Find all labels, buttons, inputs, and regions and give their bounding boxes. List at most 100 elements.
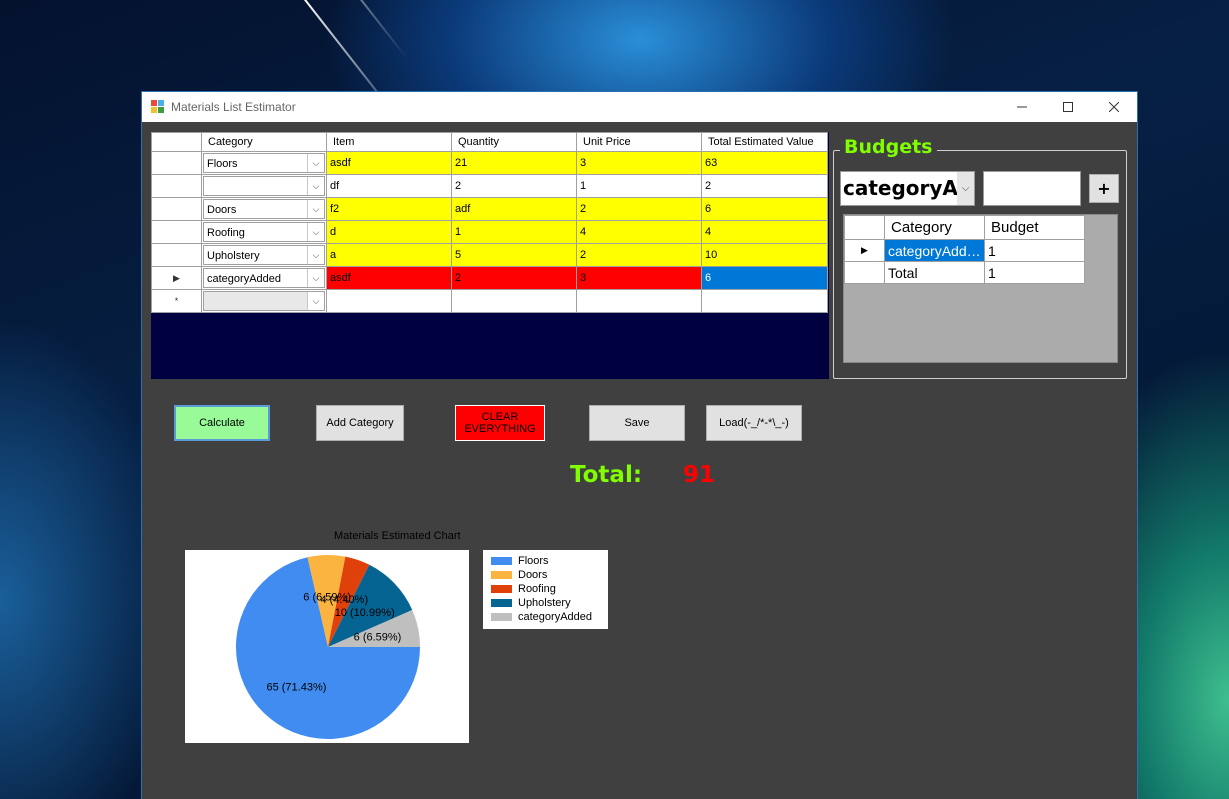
row-header[interactable]: ▶ xyxy=(844,239,885,262)
materials-grid[interactable]: Category Item Quantity Unit Price Total … xyxy=(151,132,829,379)
item-cell[interactable]: d xyxy=(326,220,452,244)
budget-category-cell[interactable]: Total xyxy=(884,261,985,284)
table-row[interactable]: Total 1 xyxy=(844,261,1085,284)
new-row[interactable]: * ⌵ xyxy=(151,289,828,313)
row-header[interactable] xyxy=(151,174,202,198)
category-cell[interactable]: Upholstery ⌵ xyxy=(201,243,327,267)
budget-value-cell[interactable]: 1 xyxy=(984,239,1085,262)
category-select[interactable]: Doors ⌵ xyxy=(203,199,325,219)
quantity-cell[interactable]: adf xyxy=(451,197,577,221)
load-button[interactable]: Load(-_/*-*\_-) xyxy=(706,405,802,441)
empty-cell[interactable] xyxy=(701,289,828,313)
category-select[interactable]: ⌵ xyxy=(203,176,325,196)
empty-cell[interactable] xyxy=(451,289,577,313)
row-header[interactable]: ▶ xyxy=(151,266,202,290)
budget-category-select[interactable]: categoryAdded ⌵ xyxy=(840,171,975,206)
save-button[interactable]: Save xyxy=(589,405,685,441)
item-cell[interactable]: df xyxy=(326,174,452,198)
table-row[interactable]: Doors ⌵ f2 adf 2 6 xyxy=(151,197,828,221)
new-row-marker[interactable]: * xyxy=(151,289,202,313)
maximize-button[interactable] xyxy=(1045,92,1091,122)
item-cell[interactable]: asdf xyxy=(326,266,452,290)
row-header[interactable] xyxy=(151,220,202,244)
row-header[interactable] xyxy=(151,243,202,267)
quantity-cell[interactable]: 2 xyxy=(451,266,577,290)
item-cell[interactable]: f2 xyxy=(326,197,452,221)
chevron-down-icon[interactable]: ⌵ xyxy=(307,154,324,172)
budget-value-cell[interactable]: 1 xyxy=(984,261,1085,284)
legend-item: Roofing xyxy=(491,582,556,596)
add-budget-button[interactable]: + xyxy=(1089,174,1119,203)
category-cell[interactable]: Doors ⌵ xyxy=(201,197,327,221)
category-select[interactable]: Roofing ⌵ xyxy=(203,222,325,242)
category-cell[interactable]: Roofing ⌵ xyxy=(201,220,327,244)
table-row[interactable]: ▶ categoryAdded 1 xyxy=(844,239,1085,262)
row-header[interactable] xyxy=(844,261,885,284)
total-cell[interactable]: 2 xyxy=(701,174,828,198)
column-header-total[interactable]: Total Estimated Value xyxy=(701,132,828,152)
budget-amount-input[interactable] xyxy=(983,171,1081,206)
table-row[interactable]: ▶ categoryAdded ⌵ asdf 2 3 6 xyxy=(151,266,828,290)
unit-price-cell[interactable]: 2 xyxy=(576,197,702,221)
empty-cell[interactable] xyxy=(576,289,702,313)
category-cell[interactable]: categoryAdded ⌵ xyxy=(201,266,327,290)
chevron-down-icon[interactable]: ⌵ xyxy=(307,269,324,287)
total-cell[interactable]: 6 xyxy=(701,266,828,290)
title-bar[interactable]: Materials List Estimator xyxy=(142,92,1137,122)
close-button[interactable] xyxy=(1091,92,1137,122)
maximize-icon xyxy=(1063,102,1073,112)
item-cell[interactable]: a xyxy=(326,243,452,267)
budget-category-cell[interactable]: categoryAdded xyxy=(884,239,985,262)
chevron-down-icon[interactable]: ⌵ xyxy=(307,246,324,264)
table-row[interactable]: Roofing ⌵ d 1 4 4 xyxy=(151,220,828,244)
category-cell[interactable]: ⌵ xyxy=(201,174,327,198)
budgets-grid[interactable]: Category Budget ▶ categoryAdded 1 Total … xyxy=(843,214,1118,363)
calculate-button[interactable]: Calculate xyxy=(174,405,270,441)
minimize-button[interactable] xyxy=(999,92,1045,122)
category-select[interactable]: Upholstery ⌵ xyxy=(203,245,325,265)
column-header-unit-price[interactable]: Unit Price xyxy=(576,132,702,152)
quantity-cell[interactable]: 21 xyxy=(451,151,577,175)
chevron-down-icon[interactable]: ⌵ xyxy=(307,200,324,218)
unit-price-cell[interactable]: 2 xyxy=(576,243,702,267)
category-cell[interactable]: Floors ⌵ xyxy=(201,151,327,175)
unit-price-cell[interactable]: 4 xyxy=(576,220,702,244)
column-header-quantity[interactable]: Quantity xyxy=(451,132,577,152)
unit-price-cell[interactable]: 3 xyxy=(576,151,702,175)
total-cell[interactable]: 63 xyxy=(701,151,828,175)
category-value: Upholstery xyxy=(207,250,260,262)
item-cell[interactable]: asdf xyxy=(326,151,452,175)
column-header-budget[interactable]: Budget xyxy=(984,215,1085,240)
chevron-down-icon[interactable]: ⌵ xyxy=(307,177,324,195)
total-cell[interactable]: 10 xyxy=(701,243,828,267)
quantity-cell[interactable]: 2 xyxy=(451,174,577,198)
add-category-button[interactable]: Add Category xyxy=(316,405,404,441)
unit-price-cell[interactable]: 3 xyxy=(576,266,702,290)
category-select[interactable]: ⌵ xyxy=(203,291,325,311)
chevron-down-icon[interactable]: ⌵ xyxy=(307,223,324,241)
total-cell[interactable]: 4 xyxy=(701,220,828,244)
pie-data-label: 4 (4.40%) xyxy=(320,594,368,606)
category-cell[interactable]: ⌵ xyxy=(201,289,327,313)
chevron-down-icon[interactable]: ⌵ xyxy=(957,172,974,205)
category-select[interactable]: categoryAdded ⌵ xyxy=(203,268,325,288)
row-header[interactable] xyxy=(151,197,202,221)
quantity-cell[interactable]: 1 xyxy=(451,220,577,244)
column-header-category[interactable]: Category xyxy=(884,215,985,240)
column-header-category[interactable]: Category xyxy=(201,132,327,152)
app-window: Materials List Estimator Category Item Q… xyxy=(142,92,1137,799)
unit-price-cell[interactable]: 1 xyxy=(576,174,702,198)
table-row[interactable]: ⌵ df 2 1 2 xyxy=(151,174,828,198)
column-header-item[interactable]: Item xyxy=(326,132,452,152)
clear-everything-button[interactable]: CLEAR EVERYTHING xyxy=(455,405,545,441)
row-header[interactable] xyxy=(151,151,202,175)
category-select[interactable]: Floors ⌵ xyxy=(203,153,325,173)
table-row[interactable]: Floors ⌵ asdf 21 3 63 xyxy=(151,151,828,175)
quantity-cell[interactable]: 5 xyxy=(451,243,577,267)
table-row[interactable]: Upholstery ⌵ a 5 2 10 xyxy=(151,243,828,267)
total-value: 91 xyxy=(683,462,716,488)
chevron-down-icon[interactable]: ⌵ xyxy=(307,292,324,310)
legend-item: Doors xyxy=(491,568,547,582)
total-cell[interactable]: 6 xyxy=(701,197,828,221)
empty-cell[interactable] xyxy=(326,289,452,313)
